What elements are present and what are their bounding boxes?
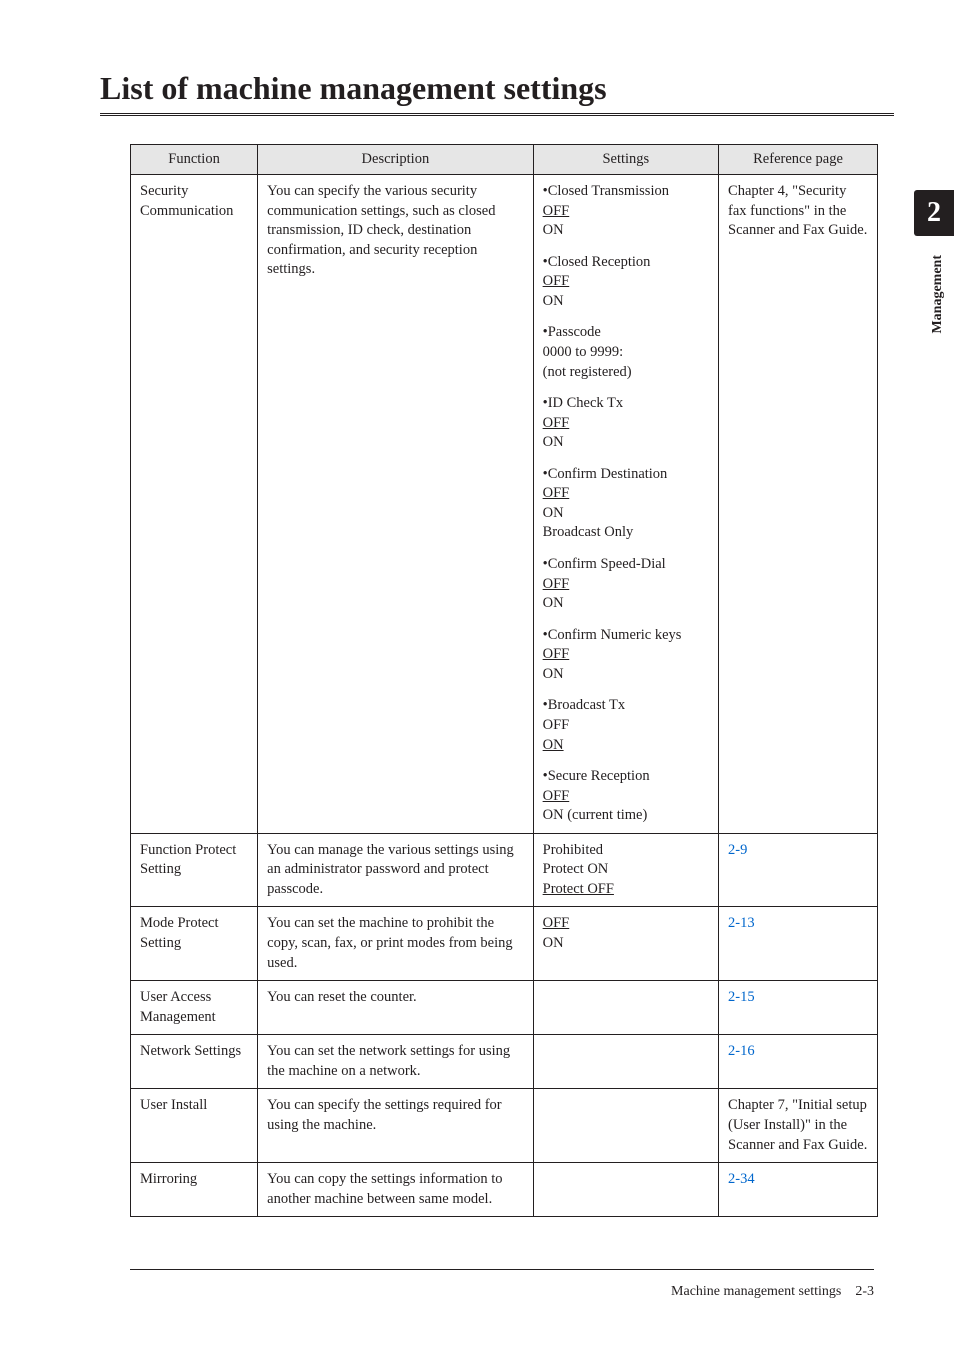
footer-text: Machine management settings bbox=[671, 1284, 841, 1299]
cell-reference[interactable]: 2-15 bbox=[719, 981, 878, 1035]
cell-description: You can specify the settings required fo… bbox=[258, 1089, 533, 1163]
cell-reference[interactable]: 2-34 bbox=[719, 1163, 878, 1217]
cell-function: User Install bbox=[131, 1089, 258, 1163]
header-reference: Reference page bbox=[719, 145, 878, 175]
setting-option: ON bbox=[543, 736, 709, 756]
table-row: Network Settings You can set the network… bbox=[131, 1035, 878, 1089]
chapter-side-label: Management bbox=[930, 255, 946, 334]
setting-option: Broadcast Only bbox=[543, 523, 709, 543]
setting-group: •Confirm Numeric keysOFFON bbox=[543, 626, 709, 685]
setting-name: •Broadcast Tx bbox=[543, 696, 709, 716]
cell-reference: Chapter 4, "Security fax functions" in t… bbox=[719, 175, 878, 834]
setting-group: •Confirm DestinationOFFONBroadcast Only bbox=[543, 465, 709, 543]
cell-reference[interactable]: 2-13 bbox=[719, 907, 878, 981]
setting-name: •Secure Reception bbox=[543, 767, 709, 787]
setting-name: •Closed Transmission bbox=[543, 182, 709, 202]
setting-name: •Confirm Speed-Dial bbox=[543, 555, 709, 575]
table-row: Mirroring You can copy the settings info… bbox=[131, 1163, 878, 1217]
setting-name: •Confirm Destination bbox=[543, 465, 709, 485]
cell-settings bbox=[533, 1035, 718, 1089]
cell-function: User Access Management bbox=[131, 981, 258, 1035]
table-row: Security Communication You can specify t… bbox=[131, 175, 878, 834]
cell-function: Mirroring bbox=[131, 1163, 258, 1217]
setting-option: ON (current time) bbox=[543, 806, 709, 826]
setting-name: •Closed Reception bbox=[543, 253, 709, 273]
cell-settings: OFFON bbox=[533, 907, 718, 981]
setting-group: •Closed ReceptionOFFON bbox=[543, 253, 709, 312]
header-settings: Settings bbox=[533, 145, 718, 175]
footer-rule bbox=[130, 1269, 874, 1270]
setting-name: •Confirm Numeric keys bbox=[543, 626, 709, 646]
footer: Machine management settings 2-3 bbox=[671, 1284, 874, 1300]
setting-option: OFF bbox=[543, 202, 709, 222]
cell-function: Network Settings bbox=[131, 1035, 258, 1089]
page: List of machine management settings 2 Ma… bbox=[0, 0, 954, 1348]
cell-reference[interactable]: 2-9 bbox=[719, 833, 878, 907]
cell-settings bbox=[533, 1089, 718, 1163]
setting-option: ON bbox=[543, 221, 709, 241]
cell-description: You can reset the counter. bbox=[258, 981, 533, 1035]
setting-option: OFF bbox=[543, 414, 709, 434]
cell-function: Function Protect Setting bbox=[131, 833, 258, 907]
setting-option: Protect ON bbox=[543, 860, 709, 880]
cell-settings: ProhibitedProtect ONProtect OFF bbox=[533, 833, 718, 907]
setting-group: •ID Check TxOFFON bbox=[543, 394, 709, 453]
setting-option: Prohibited bbox=[543, 841, 709, 861]
setting-name: •ID Check Tx bbox=[543, 394, 709, 414]
cell-description: You can specify the various security com… bbox=[258, 175, 533, 834]
setting-option: 0000 to 9999: bbox=[543, 343, 709, 363]
reference-link[interactable]: 2-15 bbox=[728, 989, 755, 1005]
cell-settings bbox=[533, 1163, 718, 1217]
chapter-tab: 2 bbox=[914, 190, 954, 236]
setting-option: OFF bbox=[543, 575, 709, 595]
cell-description: You can set the network settings for usi… bbox=[258, 1035, 533, 1089]
settings-table: Function Description Settings Reference … bbox=[130, 144, 878, 1217]
cell-description: You can set the machine to prohibit the … bbox=[258, 907, 533, 981]
cell-description: You can manage the various settings usin… bbox=[258, 833, 533, 907]
setting-group: •Broadcast TxOFFON bbox=[543, 696, 709, 755]
footer-page: 2-3 bbox=[855, 1284, 874, 1299]
cell-function: Mode Protect Setting bbox=[131, 907, 258, 981]
setting-option: OFF bbox=[543, 914, 709, 934]
page-title: List of machine management settings bbox=[100, 70, 894, 116]
cell-description: You can copy the settings information to… bbox=[258, 1163, 533, 1217]
table-row: Function Protect Setting You can manage … bbox=[131, 833, 878, 907]
reference-link[interactable]: 2-34 bbox=[728, 1171, 755, 1187]
reference-link[interactable]: 2-9 bbox=[728, 842, 747, 858]
table-row: User Access Management You can reset the… bbox=[131, 981, 878, 1035]
table-row: Mode Protect Setting You can set the mac… bbox=[131, 907, 878, 981]
cell-settings bbox=[533, 981, 718, 1035]
setting-option: OFF bbox=[543, 716, 709, 736]
header-description: Description bbox=[258, 145, 533, 175]
setting-group: •Closed TransmissionOFFON bbox=[543, 182, 709, 241]
setting-option: OFF bbox=[543, 645, 709, 665]
setting-option: OFF bbox=[543, 484, 709, 504]
setting-option: (not registered) bbox=[543, 363, 709, 383]
table-header-row: Function Description Settings Reference … bbox=[131, 145, 878, 175]
reference-link[interactable]: 2-16 bbox=[728, 1043, 755, 1059]
cell-function: Security Communication bbox=[131, 175, 258, 834]
setting-option: OFF bbox=[543, 787, 709, 807]
cell-reference: Chapter 7, "Initial setup (User Install)… bbox=[719, 1089, 878, 1163]
cell-reference[interactable]: 2-16 bbox=[719, 1035, 878, 1089]
setting-option: ON bbox=[543, 433, 709, 453]
reference-link[interactable]: 2-13 bbox=[728, 915, 755, 931]
setting-option: ON bbox=[543, 665, 709, 685]
cell-settings: •Closed TransmissionOFFON•Closed Recepti… bbox=[533, 175, 718, 834]
setting-group: •Confirm Speed-DialOFFON bbox=[543, 555, 709, 614]
setting-option: OFF bbox=[543, 272, 709, 292]
setting-group: •Passcode0000 to 9999:(not registered) bbox=[543, 323, 709, 382]
setting-group: •Secure ReceptionOFFON (current time) bbox=[543, 767, 709, 826]
setting-option: ON bbox=[543, 504, 709, 524]
setting-option: ON bbox=[543, 292, 709, 312]
setting-option: ON bbox=[543, 934, 709, 954]
setting-name: •Passcode bbox=[543, 323, 709, 343]
table-row: User Install You can specify the setting… bbox=[131, 1089, 878, 1163]
header-function: Function bbox=[131, 145, 258, 175]
setting-option: Protect OFF bbox=[543, 880, 709, 900]
setting-option: ON bbox=[543, 594, 709, 614]
